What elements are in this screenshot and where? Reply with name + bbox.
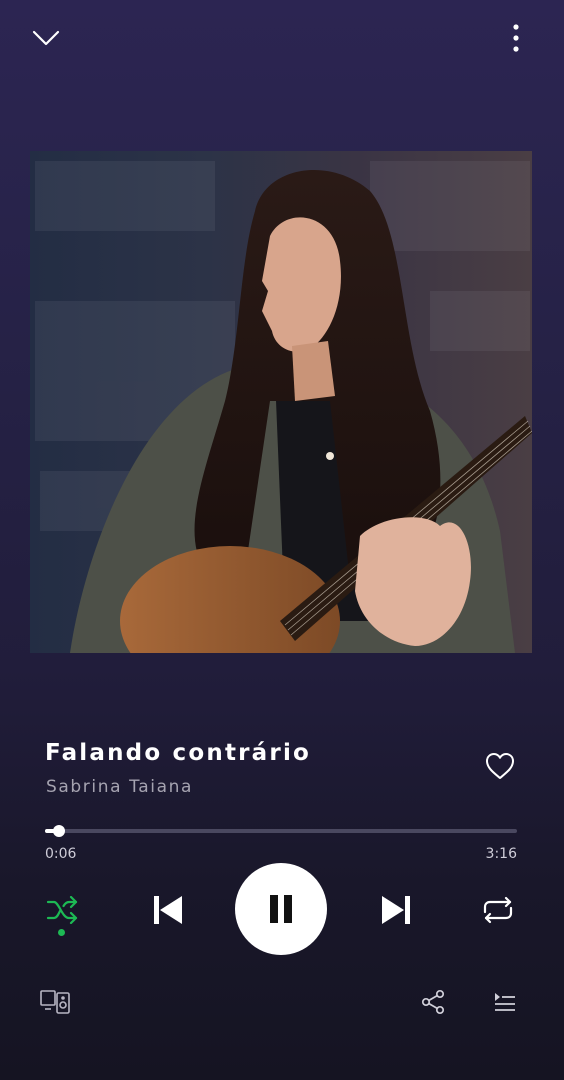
shuffle-icon xyxy=(46,896,78,924)
heart-icon xyxy=(486,753,514,779)
more-options-button[interactable] xyxy=(498,16,534,60)
devices-button[interactable] xyxy=(36,985,74,1019)
progress-thumb[interactable] xyxy=(53,825,66,837)
chevron-down-icon xyxy=(32,30,60,46)
pause-button[interactable] xyxy=(235,863,327,955)
elapsed-time: 0:06 xyxy=(45,846,77,862)
track-artist[interactable]: Sabrina Taiana xyxy=(46,777,193,797)
repeat-icon xyxy=(483,896,513,924)
album-art xyxy=(30,151,532,653)
share-icon xyxy=(421,989,445,1015)
queue-button[interactable] xyxy=(488,985,522,1019)
collapse-button[interactable] xyxy=(24,20,68,56)
share-button[interactable] xyxy=(416,985,450,1019)
progress-track xyxy=(45,829,517,833)
total-duration: 3:16 xyxy=(485,846,517,862)
track-title: Falando contrário xyxy=(45,740,312,766)
pause-icon xyxy=(270,895,292,923)
devices-icon xyxy=(40,990,70,1014)
previous-button[interactable] xyxy=(144,886,192,934)
next-button[interactable] xyxy=(372,886,420,934)
progress-bar[interactable] xyxy=(45,824,517,838)
more-vertical-icon xyxy=(513,24,519,52)
queue-icon xyxy=(495,993,515,1011)
repeat-button[interactable] xyxy=(476,888,520,932)
like-button[interactable] xyxy=(482,748,518,784)
skip-previous-icon xyxy=(154,896,182,924)
shuffle-button[interactable] xyxy=(40,888,84,932)
album-cover-image xyxy=(35,161,532,653)
skip-next-icon xyxy=(382,896,410,924)
shuffle-active-indicator xyxy=(58,929,65,936)
now-playing-screen: Falando contrário Sabrina Taiana 0:06 3:… xyxy=(0,0,564,1080)
